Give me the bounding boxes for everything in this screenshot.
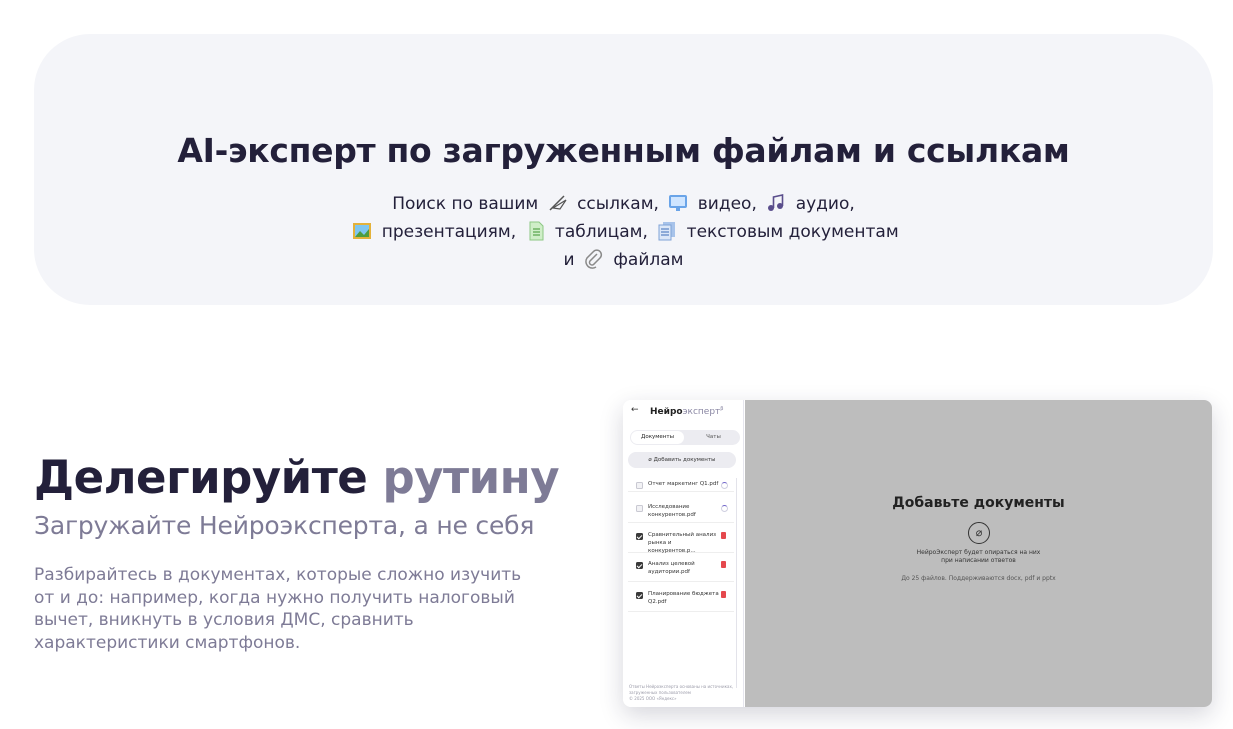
add-documents-hint: НейроЭксперт будет опираться на них при … [745,549,1212,565]
document-list-item: Исследование конкурентов.pdf [628,503,734,523]
document-name: Планирование бюджета Q2.pdf [648,591,719,605]
music-notes-icon [768,194,784,211]
footer-note: Ответы Нейроэксперта основаны на источни… [629,684,734,695]
document-list-item: Сравнительный анализ рынка и конкурентов… [628,531,734,554]
hero-text: и [563,250,575,270]
document-checkbox [636,562,643,569]
mockup-footer: Ответы Нейроэксперта основаны на источни… [629,684,739,702]
hero-text: аудио, [795,194,855,214]
headline-primary: Делегируйте [34,451,368,504]
document-list-item: Анализ целевой аудитории.pdf [628,560,734,582]
link-icon [549,195,567,211]
document-checkbox [636,533,643,540]
add-documents-title: Добавьте документы [892,495,1065,511]
section-subtitle: Загружайте Нейроэксперта, а не себя [34,511,535,540]
pdf-file-icon [721,591,726,598]
presentation-picture-icon [353,223,372,239]
app-mockup: ← Нейроэкспертβ Документы Чаты ⌀ Добавит… [623,400,1212,707]
headline-accent: рутину [382,451,560,504]
upload-limit-note: До 25 файлов. Поддерживаются docx, pdf и… [901,575,1056,582]
hero-line-1: Поиск по вашим ссылкам, видео, аудио, [34,190,1213,218]
video-icon [669,195,688,211]
document-name: Сравнительный анализ рынка и конкурентов… [648,532,717,554]
document-name: Исследование конкурентов.pdf [648,504,696,518]
text-document-icon [658,222,676,241]
hero-text: презентациям, [381,222,517,242]
mockup-main-area: Добавьте документы ⌀ НейроЭксперт будет … [745,400,1212,707]
document-list-item: Отчет маркетинг Q1.pdf [628,480,734,492]
document-name: Отчет маркетинг Q1.pdf [648,481,719,487]
hero-description: Поиск по вашим ссылкам, видео, аудио, пр… [34,190,1213,274]
hero-line-2: презентациям, таблицам, текстовым докуме… [34,218,1213,246]
loading-spinner-icon [721,505,728,512]
hero-card: AI-эксперт по загруженным файлам и ссылк… [34,34,1213,305]
section-description: Разбирайтесь в документах, которые сложн… [34,565,522,653]
paperclip-icon: ⌀ [968,522,990,544]
paperclip-icon [585,249,603,269]
mockup-sidebar: ← Нейроэкспертβ Документы Чаты ⌀ Добавит… [623,400,744,707]
add-documents-label: Добавить документы [653,457,716,463]
add-documents-button: ⌀ Добавить документы [628,452,736,468]
document-checkbox [636,482,643,489]
pdf-file-icon [721,532,726,539]
hero-text: ссылкам, [577,194,659,214]
hero-text: файлам [613,250,684,270]
brand-logo: Нейроэкспертβ [650,406,723,417]
pdf-file-icon [721,561,726,568]
beta-badge: β [720,406,724,412]
document-checkbox [636,505,643,512]
document-checkbox [636,592,643,599]
section-headline: Делегируйте рутину [34,450,560,506]
hero-text: видео, [697,194,757,214]
footer-copyright: © 2025 ООО «Яндекс» [629,696,677,701]
loading-spinner-icon [721,482,728,489]
hero-text: таблицам, [554,222,648,242]
document-list-item: Планирование бюджета Q2.pdf [628,590,734,612]
paperclip-icon: ⌀ [648,457,652,463]
mockup-tabs: Документы Чаты [630,430,740,445]
sidebar-scrollbar [736,478,737,688]
spreadsheet-icon [529,221,544,241]
brand-logo-part: Нейро [650,407,683,417]
hero-title: AI-эксперт по загруженным файлам и ссылк… [177,131,1070,170]
hero-line-3: и файлам [34,246,1213,274]
document-name: Анализ целевой аудитории.pdf [648,561,695,575]
tab-documents: Документы [631,431,684,444]
brand-logo-part: эксперт [682,407,721,417]
hint-line: при написании ответов [941,557,1016,564]
back-arrow-icon: ← [631,405,639,415]
hint-line: НейроЭксперт будет опираться на них [916,549,1041,556]
hero-text: текстовым документам [686,222,899,242]
tab-chats: Чаты [706,434,721,440]
hero-text: Поиск по вашим [392,194,539,214]
